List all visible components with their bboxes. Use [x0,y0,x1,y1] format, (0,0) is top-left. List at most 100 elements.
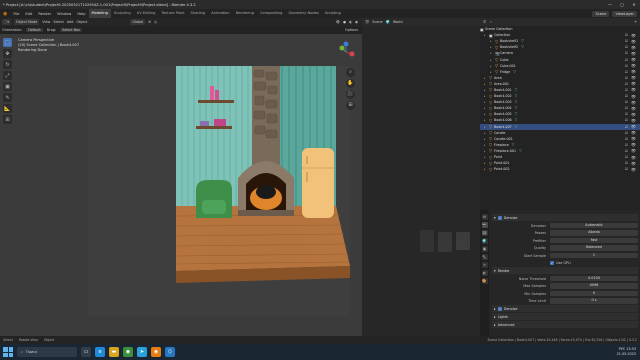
file-explorer-icon[interactable]: ▬ [109,347,119,357]
denoise-section-header[interactable]: ▾ ✓ Denoise [492,214,638,221]
checkbox-icon[interactable]: ☑ [625,155,628,159]
checkbox-icon[interactable]: ☑ [625,58,628,62]
drag-dropdown[interactable]: Select Box [60,28,82,32]
add-cube-tool-icon[interactable]: ⊞ [3,115,12,124]
world-tab-icon[interactable]: 🌍 [481,238,488,244]
checkbox-icon[interactable]: ☑ [625,88,628,92]
checkbox-icon[interactable]: ☑ [625,76,628,80]
checkbox-icon[interactable]: ☑ [625,64,628,68]
node-thumbnail[interactable] [456,232,470,250]
checkbox-icon[interactable]: ☑ [625,100,628,104]
ortho-toggle-icon[interactable]: ⊞ [346,101,355,110]
object-tab-icon[interactable]: ▣ [481,246,488,252]
eye-icon[interactable]: 👁 [631,106,636,111]
property-value-field[interactable]: 0.0100 [550,275,638,282]
edge-browser-icon[interactable]: e [95,347,105,357]
checkbox-icon[interactable]: ☑ [625,94,628,98]
transform-orientation-dropdown[interactable]: Global [130,19,146,25]
eye-icon[interactable]: 👁 [631,51,636,56]
system-tray[interactable]: РУС 13:53 21.05.2025 [617,347,640,357]
shading-material-icon[interactable]: ◐ [349,20,352,24]
task-view-icon[interactable]: ▭ [81,347,91,357]
pan-icon[interactable]: ✋ [346,79,355,88]
checkbox-icon[interactable]: ☑ [625,131,628,135]
tab-texture-paint[interactable]: Texture Paint [158,9,187,18]
viewport-menu-add[interactable]: Add [67,20,74,24]
scale-tool-icon[interactable]: ⤢ [3,71,12,80]
property-value-field[interactable]: Automatic [550,222,638,229]
outliner-search-icon[interactable]: ⌕ [490,20,492,24]
eye-icon[interactable]: 👁 [631,87,636,92]
material-tab-icon[interactable]: 🎨 [481,278,488,284]
eye-icon[interactable]: 👁 [631,130,636,135]
scene-selector[interactable]: Scene [592,10,610,17]
minimize-button[interactable]: — [604,0,616,9]
eye-icon[interactable]: 👁 [631,161,636,166]
options-dropdown[interactable]: Options [345,28,362,32]
checkbox-icon[interactable]: ☑ [625,125,628,129]
property-value-field[interactable]: 0 [550,290,638,297]
tab-scripting[interactable]: Scripting [322,9,344,18]
menu-window[interactable]: Window [54,12,74,16]
property-value-field[interactable]: 1 [550,252,638,259]
checkbox-icon[interactable]: ☑ [625,39,628,43]
checkbox-icon[interactable]: ☑ [625,167,628,171]
visibility-icon[interactable]: 👁 [336,20,340,24]
eye-icon[interactable]: 👁 [631,69,636,74]
proportional-edit-icon[interactable]: ◎ [154,20,157,24]
orientation-dropdown[interactable]: Default [26,28,43,32]
checkbox-icon[interactable]: ☑ [625,70,628,74]
checkbox-icon[interactable]: ☑ [625,161,628,165]
render-tab-icon[interactable]: 📷 [481,222,488,228]
eye-icon[interactable]: 👁 [631,45,636,50]
annotate-tool-icon[interactable]: ✎ [3,93,12,102]
tab-compositing[interactable]: Compositing [257,9,286,18]
checkbox-icon[interactable]: ☑ [625,149,628,153]
eye-icon[interactable]: 👁 [631,112,636,117]
use-gpu-row[interactable]: ✓ Use GPU [492,260,638,267]
menu-file[interactable]: File [10,12,22,16]
tab-modeling[interactable]: Modeling [88,9,111,18]
eye-icon[interactable]: 👁 [631,124,636,129]
eye-icon[interactable]: 👁 [631,33,636,38]
close-button[interactable]: ✕ [628,0,640,9]
property-value-field[interactable]: Fast [550,237,638,244]
constraints-tab-icon[interactable]: ◐ [481,270,488,276]
blender-logo-icon[interactable]: ◉ [0,11,10,17]
use-gpu-checkbox[interactable]: ✓ [550,261,554,265]
telegram-icon[interactable]: ➤ [137,347,147,357]
eye-icon[interactable]: 👁 [631,94,636,99]
denoise2-section-header[interactable]: ▸ ✓ Denoise [492,305,638,312]
rotate-tool-icon[interactable]: ↻ [3,60,12,69]
chrome-icon[interactable]: ◉ [123,347,133,357]
eye-icon[interactable]: 👁 [631,136,636,141]
checkbox-icon[interactable]: ☑ [625,143,628,147]
property-value-field[interactable]: Balanced [550,245,638,251]
modifier-tab-icon[interactable]: 🔧 [481,254,488,260]
tab-geometry-nodes[interactable]: Geometry Nodes [285,9,321,18]
checkbox-icon[interactable]: ☑ [625,118,628,122]
menu-edit[interactable]: Edit [22,12,35,16]
outliner-row[interactable]: ▸ ▽ Point.002 ☑ 👁 [480,166,640,172]
tab-sculpting[interactable]: Sculpting [111,9,134,18]
eye-icon[interactable]: 👁 [631,75,636,80]
menu-render[interactable]: Render [35,12,54,16]
checkbox-icon[interactable]: ☑ [625,45,628,49]
property-value-field[interactable]: Albedo [550,230,638,236]
tab-animation[interactable]: Animation [208,9,232,18]
blender-taskbar-icon[interactable]: ◉ [151,347,161,357]
filter-icon[interactable]: ⏷ [634,20,637,24]
viewport-menu-object[interactable]: Object [76,20,87,24]
windows-start-icon[interactable] [3,347,13,357]
property-value-field[interactable]: 0 s [550,298,638,304]
checkbox-icon[interactable]: ☑ [625,112,628,116]
lights-section-header[interactable]: ▸ Lights [492,313,638,320]
camera-view-icon[interactable]: 🎥 [346,90,355,99]
eye-icon[interactable]: 👁 [631,167,636,172]
eye-icon[interactable]: 👁 [631,100,636,105]
viewport-menu-select[interactable]: Select [53,20,63,24]
checkbox-icon[interactable]: ☑ [625,51,628,55]
shading-rendered-icon[interactable]: ◉ [355,20,362,24]
node-thumbnail[interactable] [420,230,434,252]
denoise-checkbox[interactable]: ✓ [497,215,502,220]
